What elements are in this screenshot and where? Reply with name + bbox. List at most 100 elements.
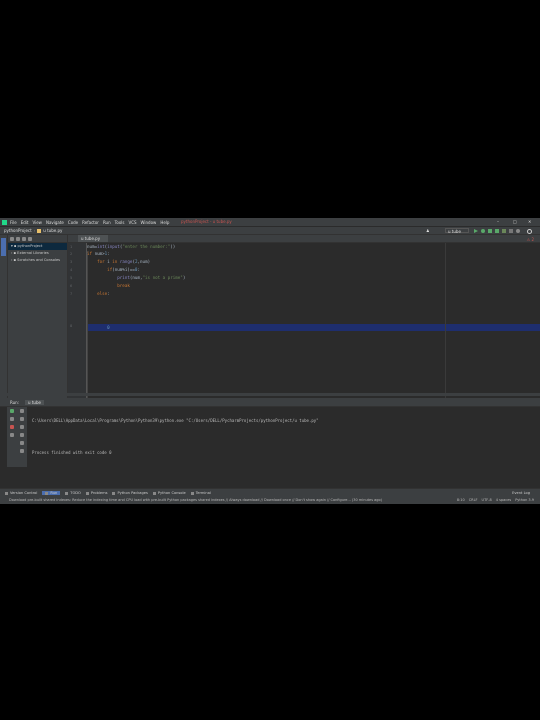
collapse-icon[interactable]: [22, 236, 26, 241]
tab-problems[interactable]: Problems: [85, 491, 107, 495]
project-panel-header: [8, 235, 67, 243]
project-tree: ▾ ▪ pythonProject › ▪ External Libraries…: [8, 243, 67, 264]
stop-icon[interactable]: [10, 425, 14, 429]
build-icon[interactable]: [502, 229, 506, 233]
pycharm-logo-icon: [2, 219, 7, 225]
run-tab[interactable]: u tube: [25, 399, 44, 405]
menu-code[interactable]: Code: [68, 220, 78, 225]
run-toolbar: [7, 407, 27, 467]
line-number-gutter: 1 2 3 4 5 6 7 8: [68, 243, 87, 413]
tab-label: TODO: [70, 491, 81, 495]
python-file-icon: [37, 228, 42, 233]
menu-window[interactable]: Window: [141, 220, 157, 225]
status-message[interactable]: Download pre-built shared indexes: Reduc…: [9, 498, 457, 502]
line-number: 3: [70, 259, 73, 264]
status-position[interactable]: 8:10: [457, 498, 465, 502]
tab-python-packages[interactable]: Python Packages: [112, 491, 148, 495]
menu-refactor[interactable]: Refactor: [82, 220, 99, 225]
tab-label: Version Control: [10, 491, 38, 495]
code-line: if num>1:: [87, 251, 110, 256]
status-bar: Download pre-built shared indexes: Reduc…: [0, 496, 540, 504]
tab-todo[interactable]: TODO: [65, 491, 81, 495]
maximize-icon[interactable]: □: [513, 219, 517, 224]
settings-icon[interactable]: [516, 229, 520, 233]
status-interpreter[interactable]: Python 3.9: [515, 498, 534, 502]
menu-view[interactable]: View: [32, 220, 42, 225]
tab-version-control[interactable]: Version Control: [5, 491, 37, 495]
locate-icon[interactable]: [16, 236, 20, 241]
wrench-icon[interactable]: [10, 417, 14, 421]
menu-bar: File Edit View Navigate Code Refactor Ru…: [0, 218, 540, 226]
status-encoding[interactable]: UTF-8: [482, 498, 492, 502]
run-label: Run:: [10, 399, 20, 405]
tab-label: Python Console: [157, 491, 186, 495]
menu-navigate[interactable]: Navigate: [46, 220, 64, 225]
menu-edit[interactable]: Edit: [21, 220, 29, 225]
editor-tab-u-tube[interactable]: u tube.py: [78, 235, 108, 242]
menu-run[interactable]: Run: [103, 220, 111, 225]
chevron-right-icon: ›: [33, 228, 36, 233]
tree-item-scratches[interactable]: › ▪ Scratches and Consoles: [8, 257, 67, 264]
profile-icon[interactable]: [495, 229, 499, 233]
menu-tools[interactable]: Tools: [115, 220, 125, 225]
search-icon[interactable]: [527, 229, 532, 234]
stop-icon[interactable]: [509, 229, 513, 233]
panel-splitter[interactable]: [0, 393, 540, 396]
breadcrumb-file[interactable]: u tube.py: [43, 228, 62, 233]
pin-icon[interactable]: [10, 433, 14, 437]
editor-tabs: u tube.py ⚠ 2: [68, 235, 540, 243]
console-command-line: C:\Users\DELL\AppData\Local\Programs\Pyt…: [32, 418, 319, 423]
scroll-end-icon[interactable]: [20, 433, 24, 437]
code-line: else:: [97, 291, 110, 296]
status-line-separator[interactable]: CRLF: [469, 498, 478, 502]
soft-wrap-icon[interactable]: [20, 425, 24, 429]
minimize-icon[interactable]: –: [497, 219, 499, 224]
run-icon[interactable]: [474, 229, 478, 233]
line-number: 4: [70, 267, 73, 272]
run-config-dropdown[interactable]: u tube: [445, 228, 469, 234]
user-icon[interactable]: ♟: [426, 228, 430, 233]
line-number: 6: [70, 283, 73, 288]
menu-file[interactable]: File: [10, 220, 17, 225]
tree-item-label: pythonProject: [17, 244, 43, 248]
event-log-button[interactable]: Event Log: [512, 491, 530, 495]
tree-item-project[interactable]: ▾ ▪ pythonProject: [8, 243, 67, 250]
line-number: 7: [70, 291, 73, 296]
menu-vcs[interactable]: VCS: [128, 220, 136, 225]
tree-item-external-libraries[interactable]: › ▪ External Libraries: [8, 250, 67, 257]
rerun-icon[interactable]: [10, 409, 14, 413]
close-icon[interactable]: ✕: [528, 219, 531, 224]
code-editor: u tube.py ⚠ 2 1 2 3 4 5 6 7 8 num=int(in…: [68, 235, 540, 413]
down-icon[interactable]: [20, 417, 24, 421]
menu-help[interactable]: Help: [160, 220, 169, 225]
warning-count[interactable]: ⚠ 2: [527, 237, 534, 242]
project-view-icon[interactable]: [10, 236, 14, 241]
code-area[interactable]: num=int(input("enter the number:")) if n…: [87, 243, 540, 413]
run-panel-header: Run: u tube ⚙ –: [0, 398, 540, 407]
line-number: 8: [70, 323, 73, 328]
tab-python-console[interactable]: Python Console: [152, 491, 186, 495]
tab-terminal[interactable]: Terminal: [190, 491, 211, 495]
window-title: pythonProject - u tube.py: [181, 219, 232, 224]
gear-icon[interactable]: [28, 236, 32, 241]
debug-icon[interactable]: [481, 229, 485, 233]
code-line: for i in range(2,num): [97, 259, 151, 264]
packages-icon: [112, 491, 116, 495]
warning-count-value: 2: [531, 237, 534, 242]
status-indent[interactable]: 4 spaces: [496, 498, 511, 502]
up-icon[interactable]: [20, 409, 24, 413]
code-line: num=int(input("enter the number:")): [87, 244, 176, 249]
breadcrumb-project[interactable]: pythonProject: [4, 228, 32, 233]
trash-icon[interactable]: [20, 449, 24, 453]
run-panel: Run: u tube ⚙ – C:\Users\DELL\AppData\Lo…: [0, 398, 540, 493]
line-number: 2: [70, 251, 73, 256]
project-tool-tab[interactable]: [1, 238, 6, 256]
print-icon[interactable]: [20, 441, 24, 445]
terminal-icon: [190, 491, 194, 495]
console-output[interactable]: C:\Users\DELL\AppData\Local\Programs\Pyt…: [32, 408, 319, 465]
code-line: 0: [107, 325, 110, 330]
line-number: 5: [70, 275, 73, 280]
tab-label: Terminal: [195, 491, 211, 495]
coverage-icon[interactable]: [488, 229, 492, 233]
tab-run[interactable]: Run: [42, 491, 61, 495]
